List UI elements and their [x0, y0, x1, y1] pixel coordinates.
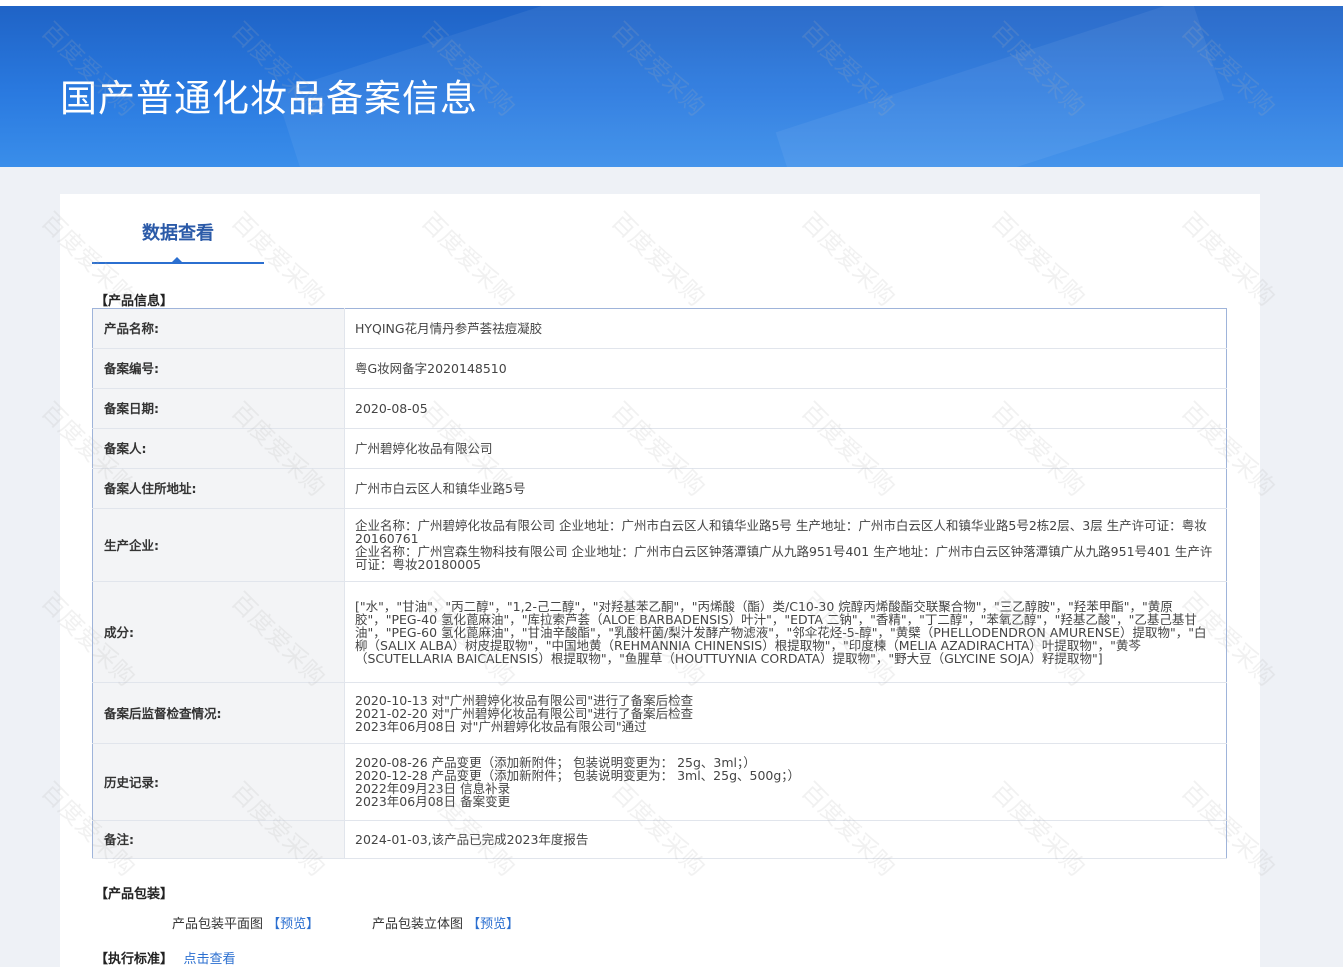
table-row: 生产企业: 企业名称：广州碧婷化妆品有限公司 企业地址：广州市白云区人和镇华业路5…: [92, 508, 1227, 582]
packaging-flat-label: 产品包装平面图: [172, 917, 264, 932]
row-key: 备案人住所地址:: [92, 468, 345, 509]
row-value-line: 2023年06月08日 对"广州碧婷化妆品有限公司"通过: [355, 718, 647, 734]
packaging-title: 【产品包装】: [95, 887, 174, 902]
packaging-solid-preview-link[interactable]: 【预览】: [467, 917, 519, 932]
table-row: 历史记录: 2020-08-26 产品变更（添加新附件； 包装说明变更为： 25g…: [92, 743, 1227, 821]
content-card: 数据查看 【产品信息】 产品名称: HYQING花月情丹参芦荟祛痘凝胶 备案编号: 粤…: [60, 194, 1260, 967]
row-value-line: 粤G妆网备字2020148510: [355, 361, 507, 376]
packaging-solid-label: 产品包装立体图: [372, 917, 464, 932]
row-value: HYQING花月情丹参芦荟祛痘凝胶: [344, 308, 1227, 349]
row-key: 备案编号:: [92, 348, 345, 389]
row-key: 备案后监督检查情况:: [92, 682, 345, 744]
packaging-flat-preview-link[interactable]: 【预览】: [267, 917, 319, 932]
tab-label: 数据查看: [142, 223, 214, 244]
standard-view-link[interactable]: 点击查看: [184, 952, 236, 967]
row-value-line: 2020-08-05: [355, 401, 428, 416]
row-key: 备案日期:: [92, 388, 345, 429]
row-key: 历史记录:: [92, 743, 345, 821]
row-key: 成分:: [92, 581, 345, 683]
row-key: 备案人:: [92, 428, 345, 469]
table-row: 产品名称: HYQING花月情丹参芦荟祛痘凝胶: [92, 308, 1227, 349]
row-value-line: 2023年06月08日 备案变更: [355, 794, 511, 809]
standard-row: 【执行标准】 点击查看: [95, 948, 236, 967]
page-title: 国产普通化妆品备案信息: [60, 77, 478, 120]
row-value-line: 2024-01-03,该产品已完成2023年度报告: [355, 832, 589, 847]
row-key: 生产企业:: [92, 508, 345, 582]
tab-active-caret: [170, 257, 184, 264]
row-value-line: 企业名称：广州宫森生物科技有限公司 企业地址：广州市白云区钟落潭镇广从九路951…: [355, 544, 1213, 572]
packaging-flat-row: 产品包装平面图 【预览】: [172, 913, 319, 932]
row-value-line: 广州碧婷化妆品有限公司: [355, 441, 493, 456]
row-value-line: 广州市白云区人和镇华业路5号: [355, 481, 526, 496]
table-row: 备案人: 广州碧婷化妆品有限公司: [92, 428, 1227, 469]
row-value: 广州碧婷化妆品有限公司: [344, 428, 1227, 469]
header-banner: 国产普通化妆品备案信息: [0, 6, 1343, 167]
row-value-line: 企业名称：广州碧婷化妆品有限公司 企业地址：广州市白云区人和镇华业路5号 生产地…: [355, 518, 1207, 546]
row-value: ["水"，"甘油"，"丙二醇"，"1,2-己二醇"，"对羟基苯乙酮"，"丙烯酸（…: [344, 581, 1227, 683]
table-row: 备注: 2024-01-03,该产品已完成2023年度报告: [92, 820, 1227, 859]
product-info-table: 产品名称: HYQING花月情丹参芦荟祛痘凝胶 备案编号: 粤G妆网备字2020148…: [92, 308, 1227, 859]
row-value: 2024-01-03,该产品已完成2023年度报告: [344, 820, 1227, 859]
row-value: 企业名称：广州碧婷化妆品有限公司 企业地址：广州市白云区人和镇华业路5号 生产地…: [344, 508, 1227, 582]
row-key: 产品名称:: [92, 308, 345, 349]
row-value: 2020-08-26 产品变更（添加新附件； 包装说明变更为： 25g、3ml；…: [344, 743, 1227, 821]
row-value-line: HYQING花月情丹参芦荟祛痘凝胶: [355, 321, 543, 336]
packaging-solid-row: 产品包装立体图 【预览】: [372, 913, 519, 932]
row-value-line: 2020-10-13 对"广州碧婷化妆品有限公司"进行了备案后检查: [355, 692, 694, 708]
row-value: 广州市白云区人和镇华业路5号: [344, 468, 1227, 509]
row-key: 备注:: [92, 820, 345, 859]
table-row: 备案后监督检查情况: 2020-10-13 对"广州碧婷化妆品有限公司"进行了备案…: [92, 682, 1227, 744]
row-value-line: ["水"，"甘油"，"丙二醇"，"1,2-己二醇"，"对羟基苯乙酮"，"丙烯酸（…: [355, 598, 1207, 666]
row-value-line: 2021-02-20 对"广州碧婷化妆品有限公司"进行了备案后检查: [355, 705, 694, 721]
row-value: 2020-08-05: [344, 388, 1227, 429]
row-value: 2020-10-13 对"广州碧婷化妆品有限公司"进行了备案后检查 2021-02…: [344, 682, 1227, 744]
row-value: 粤G妆网备字2020148510: [344, 348, 1227, 389]
table-row: 备案日期: 2020-08-05: [92, 388, 1227, 429]
table-row: 成分: ["水"，"甘油"，"丙二醇"，"1,2-己二醇"，"对羟基苯乙酮"，"丙…: [92, 581, 1227, 683]
tab-data-view[interactable]: 数据查看: [92, 216, 264, 264]
standard-title: 【执行标准】: [95, 952, 174, 967]
product-info-title: 【产品信息】: [95, 294, 174, 309]
table-row: 备案编号: 粤G妆网备字2020148510: [92, 348, 1227, 389]
table-row: 备案人住所地址: 广州市白云区人和镇华业路5号: [92, 468, 1227, 509]
